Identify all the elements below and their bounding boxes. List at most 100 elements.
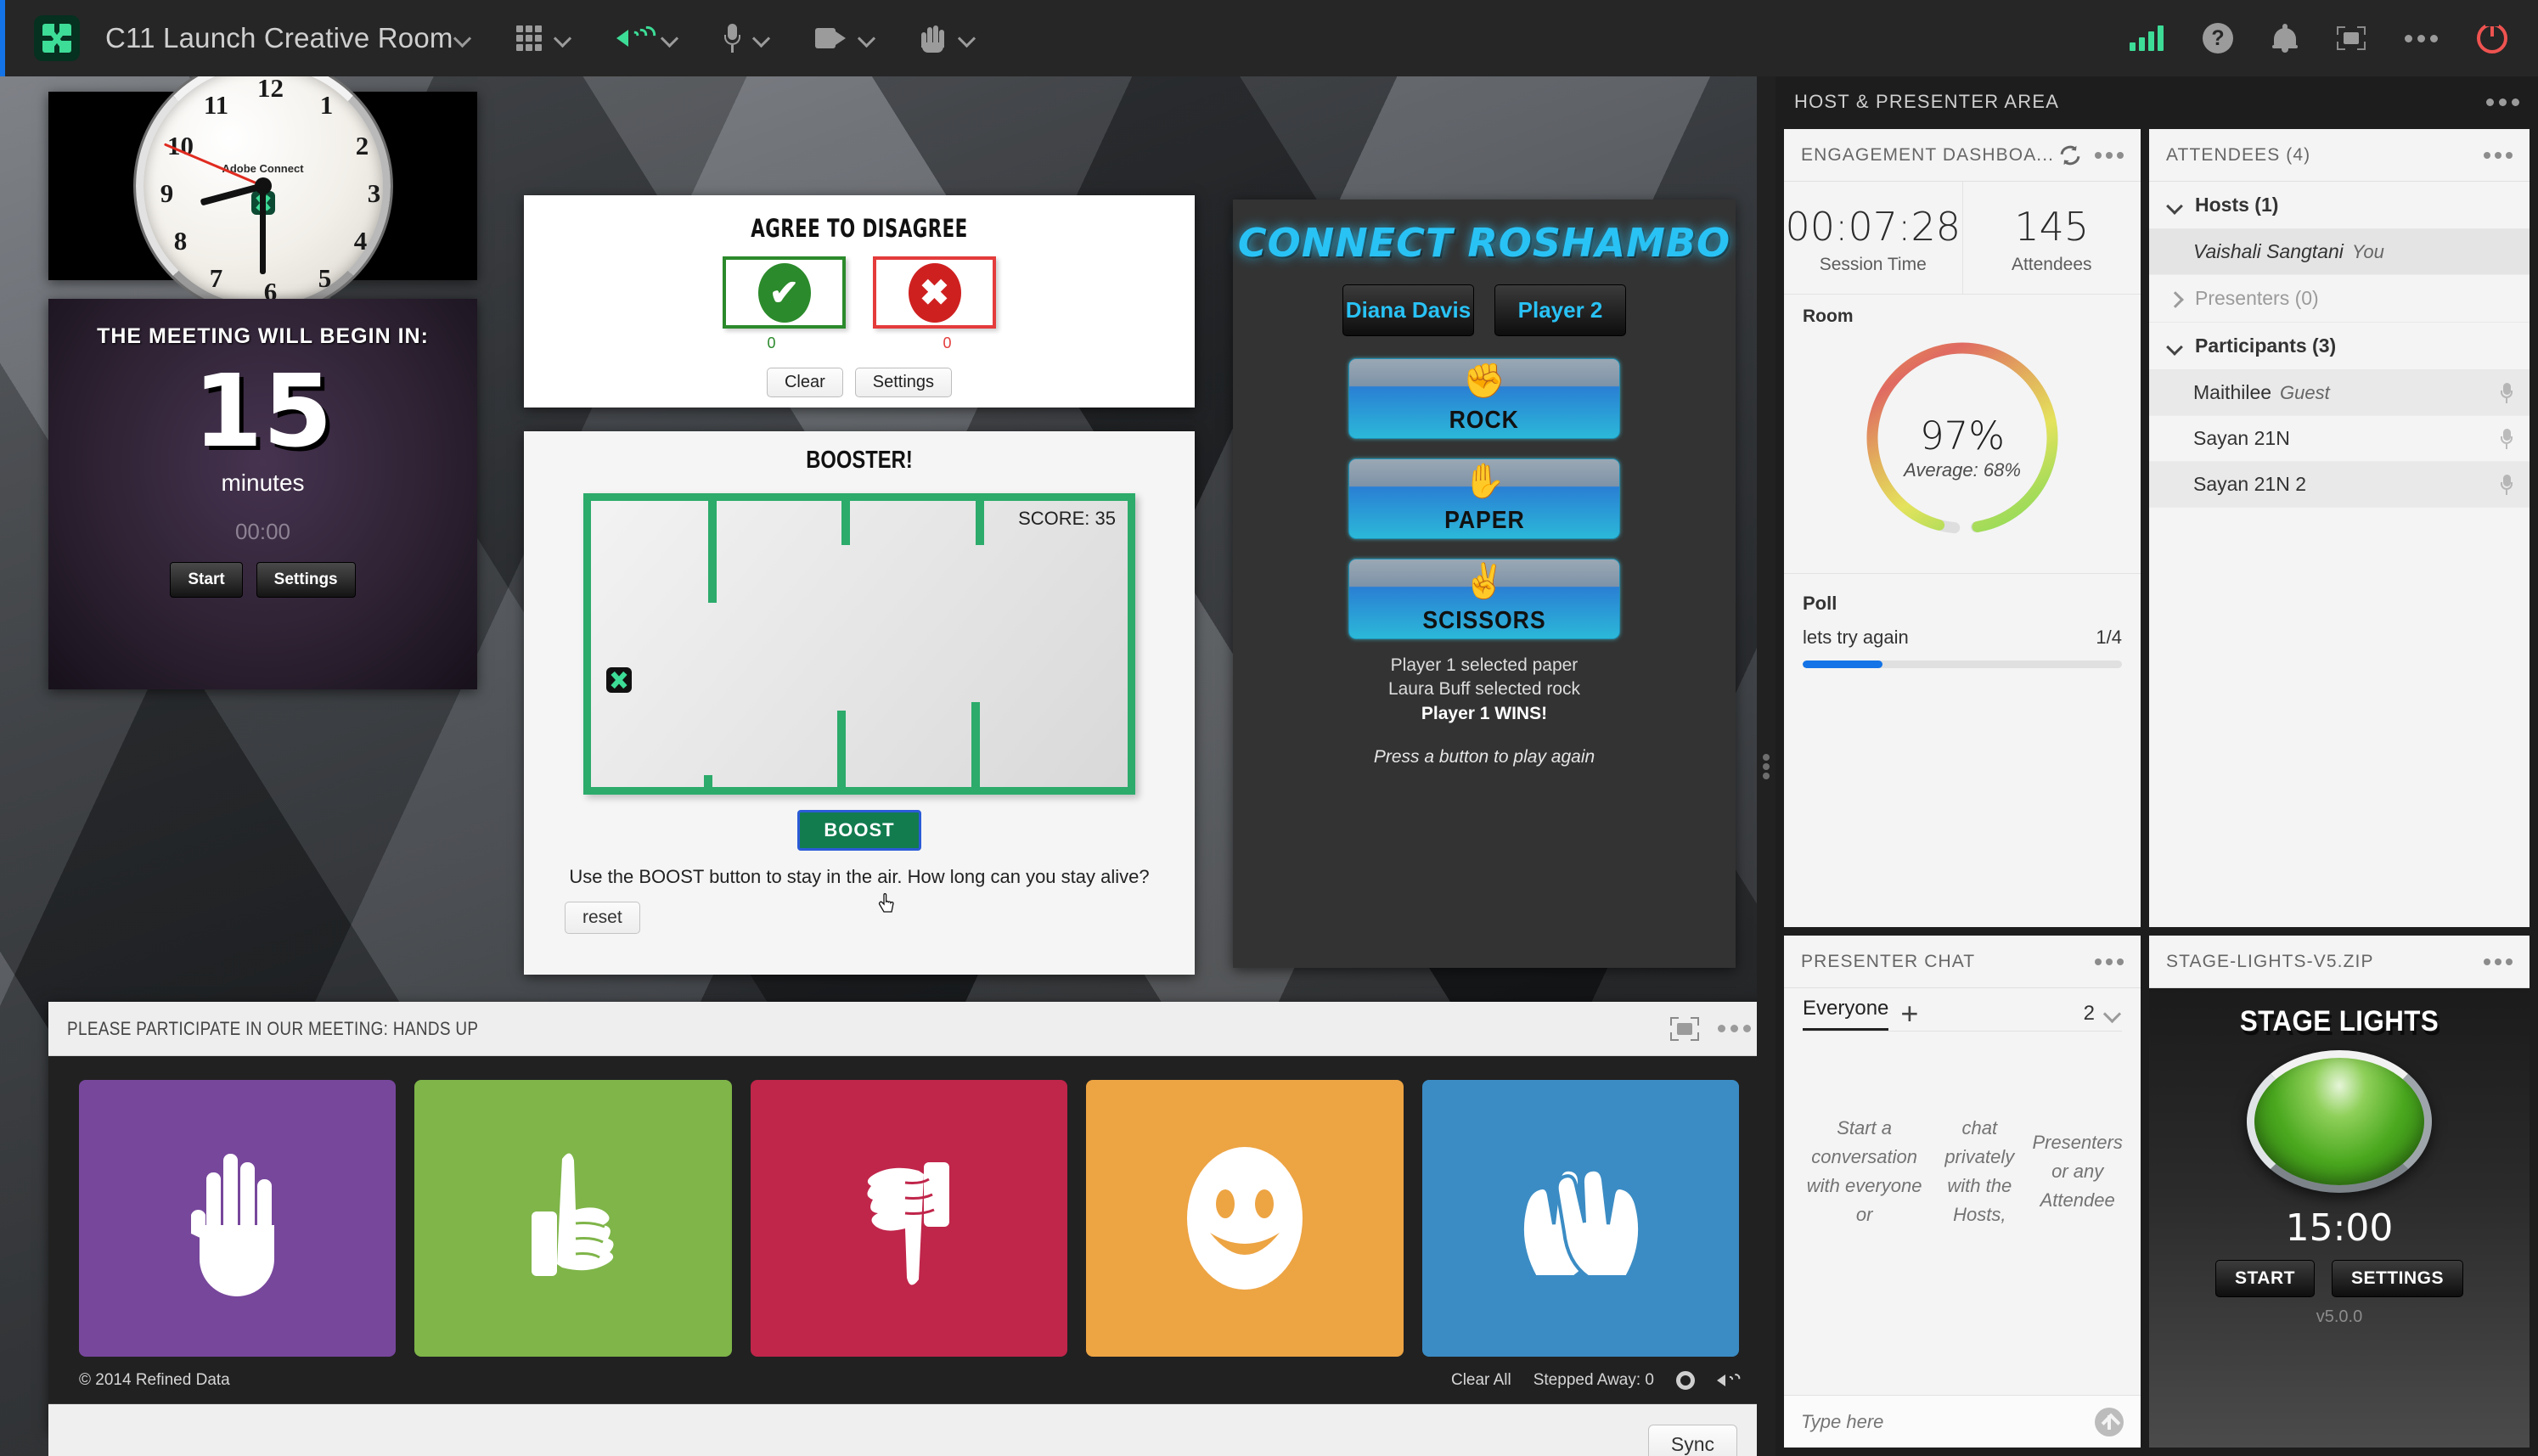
roshambo-play-again-hint: Press a button to play again: [1373, 747, 1595, 767]
room-menu-chevron-icon[interactable]: [453, 29, 472, 48]
status-thumbs-down-button[interactable]: [750, 1080, 1068, 1357]
gear-icon[interactable]: [1676, 1370, 1695, 1390]
agree-clear-button[interactable]: Clear: [766, 368, 843, 397]
engagement-average: Average: 68%: [1904, 459, 2021, 481]
raised-hand-icon: [190, 1154, 274, 1296]
stage-lights-settings-button[interactable]: SETTINGS: [2331, 1260, 2463, 1297]
mic-chevron-down-icon[interactable]: [752, 29, 771, 48]
status-raised-hand-button[interactable]: [79, 1080, 397, 1357]
raise-hand-control[interactable]: [920, 24, 976, 53]
attendees-panel: ATTENDEES (4) Hosts (1) Vaishali Sangtan…: [2149, 129, 2530, 927]
clock-minute-hand: [260, 186, 266, 274]
roshambo-rock-button[interactable]: ✊ ROCK: [1348, 358, 1620, 439]
stage-lights-heading: STAGE LIGHTS: [2239, 1005, 2440, 1037]
attendees-count-label: Attendees: [2011, 255, 2092, 274]
boost-button[interactable]: BOOST: [797, 810, 921, 851]
attendee-group-participants[interactable]: Participants (3): [2149, 323, 2530, 370]
booster-reset-button[interactable]: reset: [565, 902, 640, 934]
presenter-chat-more-options-icon[interactable]: [2095, 958, 2124, 965]
speaker-icon[interactable]: [616, 21, 661, 55]
agree-vote-button[interactable]: ✔: [723, 256, 846, 329]
microphone-control[interactable]: [723, 24, 771, 53]
sync-bar: Sync: [48, 1404, 1765, 1456]
panel-resize-handle[interactable]: [1757, 76, 1775, 1456]
clear-all-button[interactable]: Clear All: [1451, 1371, 1511, 1390]
roshambo-scissors-button[interactable]: ✌ SCISSORS: [1348, 559, 1620, 639]
disagree-vote-button[interactable]: ✖: [873, 256, 996, 329]
countdown-elapsed: 00:00: [234, 519, 291, 544]
chat-message-input[interactable]: [1801, 1410, 2095, 1433]
stage-lights-more-options-icon[interactable]: [2484, 958, 2513, 965]
attendee-group-hosts[interactable]: Hosts (1): [2149, 182, 2530, 229]
smiley-face-icon: [1186, 1147, 1303, 1290]
rail-more-options-icon[interactable]: [2486, 98, 2519, 106]
microphone-icon[interactable]: [2501, 474, 2513, 495]
flat-hand-paper-icon: ✋: [1463, 463, 1505, 500]
chat-chevron-down-icon[interactable]: [2103, 1004, 2122, 1023]
camera-control[interactable]: [814, 28, 876, 48]
add-tab-icon[interactable]: +: [1900, 998, 1918, 1029]
engagement-more-options-icon[interactable]: [2095, 151, 2124, 159]
refresh-icon[interactable]: [2057, 143, 2083, 168]
two-finger-scissors-icon: ✌: [1463, 563, 1505, 600]
chevron-down-icon[interactable]: [2166, 196, 2185, 215]
status-thumbs-up-button[interactable]: [414, 1080, 732, 1357]
session-time-metric: 00:07:28 Session Time: [1784, 182, 1963, 294]
hands-up-pod-footer: © 2014 Refined Data Clear All Stepped Aw…: [48, 1357, 1765, 1404]
speaker-icon[interactable]: [1717, 1370, 1743, 1390]
hands-up-fullscreen-icon[interactable]: [1670, 1016, 1699, 1041]
chevron-down-icon[interactable]: [2166, 337, 2185, 356]
connection-bars-icon[interactable]: [2130, 25, 2164, 51]
roshambo-game-pod: CONNECT ROSHAMBO Diana Davis Player 2 ✊ …: [1233, 200, 1736, 968]
raise-hand-icon[interactable]: [920, 24, 946, 53]
more-options-icon[interactable]: [2405, 34, 2438, 42]
attendee-row-host[interactable]: Vaishali Sangtani You: [2149, 229, 2530, 275]
roshambo-paper-button[interactable]: ✋ PAPER: [1348, 458, 1620, 539]
pods-menu[interactable]: [515, 25, 572, 51]
status-smiley-button[interactable]: [1086, 1080, 1404, 1357]
countdown-start-button[interactable]: Start: [170, 562, 243, 598]
chat-tab-everyone[interactable]: Everyone: [1803, 997, 1889, 1031]
microphone-icon[interactable]: [723, 24, 740, 53]
attendee-group-hosts-label: Hosts (1): [2195, 194, 2279, 216]
microphone-icon[interactable]: [2501, 382, 2513, 403]
hands-up-more-options-icon[interactable]: [1718, 1025, 1751, 1032]
roshambo-player1-button[interactable]: Diana Davis: [1342, 284, 1474, 336]
booster-game-pod: BOOSTER! SCORE: 35 BOOST Use the BOOST b…: [524, 431, 1195, 975]
bell-icon[interactable]: [2272, 24, 2298, 53]
status-applause-button[interactable]: [1421, 1080, 1740, 1357]
stage-lights-title: STAGE-LIGHTS-V5.ZIP: [2166, 951, 2374, 971]
power-exit-icon[interactable]: [2477, 18, 2507, 53]
attendee-row[interactable]: Sayan 21N 2: [2149, 462, 2530, 508]
chevron-right-icon[interactable]: [2166, 290, 2185, 308]
fullscreen-icon[interactable]: [2337, 26, 2366, 50]
pods-chevron-down-icon[interactable]: [554, 29, 572, 48]
booster-game-arena[interactable]: SCORE: 35: [583, 493, 1135, 795]
agree-pod-title: AGREE TO DISAGREE: [751, 214, 968, 243]
attendee-row[interactable]: Sayan 21N: [2149, 416, 2530, 462]
attendee-group-presenters-label: Presenters (0): [2195, 287, 2319, 309]
sync-button[interactable]: Sync: [1647, 1425, 1737, 1456]
countdown-settings-button[interactable]: Settings: [256, 562, 356, 598]
speaker-control[interactable]: [616, 21, 679, 55]
microphone-icon[interactable]: [2501, 428, 2513, 449]
accent-stripe: [0, 0, 5, 76]
roshambo-player2-button[interactable]: Player 2: [1494, 284, 1626, 336]
hand-chevron-down-icon[interactable]: [958, 29, 976, 48]
attendee-group-presenters[interactable]: Presenters (0): [2149, 275, 2530, 323]
apps-grid-icon[interactable]: [515, 25, 542, 51]
chat-participant-count: 2: [2083, 1002, 2095, 1025]
green-light-icon[interactable]: [2247, 1050, 2432, 1193]
stage-lights-start-button[interactable]: START: [2215, 1260, 2315, 1297]
speaker-chevron-down-icon[interactable]: [661, 29, 679, 48]
clock-number: 7: [209, 263, 223, 293]
agree-settings-button[interactable]: Settings: [854, 368, 953, 397]
send-arrow-icon[interactable]: [2095, 1407, 2124, 1436]
camera-icon[interactable]: [814, 28, 846, 48]
help-question-icon[interactable]: ?: [2203, 23, 2233, 53]
disagree-count: 0: [943, 334, 952, 351]
attendee-row[interactable]: Maithilee Guest: [2149, 370, 2530, 416]
camera-chevron-down-icon[interactable]: [858, 29, 876, 48]
clock-number: 4: [353, 226, 368, 256]
attendees-more-options-icon[interactable]: [2484, 151, 2513, 159]
